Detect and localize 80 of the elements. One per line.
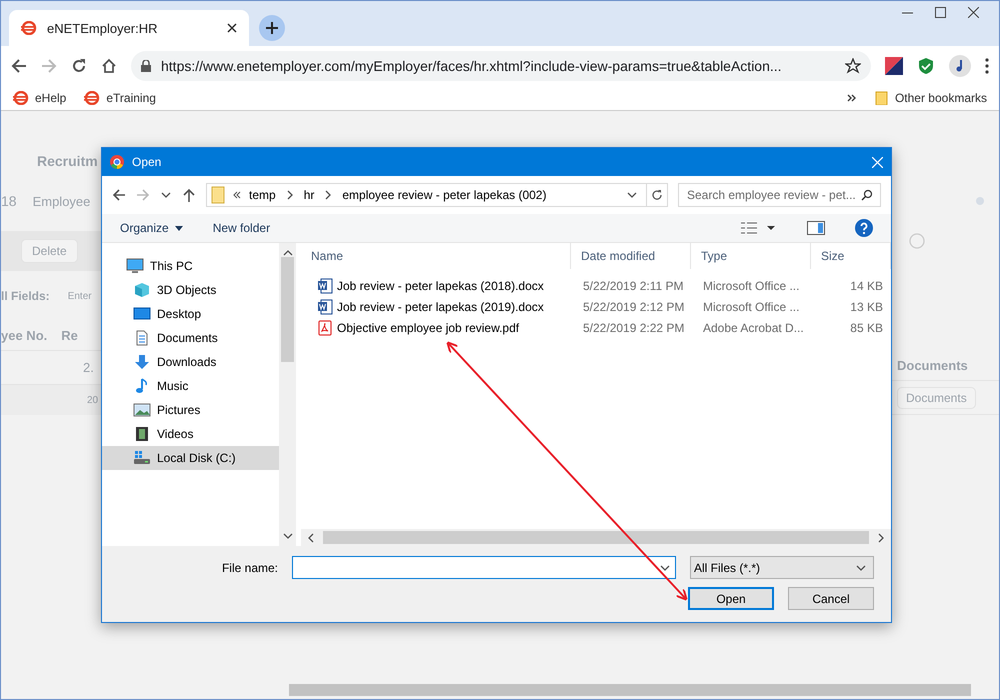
pdf-icon: [317, 320, 333, 336]
organize-button[interactable]: Organize: [120, 221, 183, 235]
scrollbar[interactable]: [301, 529, 891, 546]
close-icon[interactable]: [227, 23, 237, 33]
address-path[interactable]: temp hr employee review - peter lapekas (002): [206, 183, 668, 207]
picture-icon: [133, 402, 151, 418]
file-name-label: File name:: [222, 560, 278, 574]
scrollbar[interactable]: [279, 243, 296, 546]
new-tab-button[interactable]: [259, 14, 285, 40]
desktop-icon: [133, 306, 151, 322]
logo-icon: [84, 91, 100, 105]
app-icon: [110, 155, 124, 169]
other-bookmarks[interactable]: Other bookmarks: [874, 91, 987, 105]
search-field[interactable]: Search employee review - pet...: [678, 183, 881, 207]
logo-icon: [21, 21, 37, 35]
back-icon[interactable]: [112, 188, 126, 202]
fields-label: ll Fields:: [1, 289, 50, 303]
file-row[interactable]: Job review - peter lapekas (2019).docx 5/22/2019 2:12 PM Microsoft Office ... 13 KB: [301, 296, 891, 317]
navigation-item[interactable]: 3D Objects: [102, 278, 279, 302]
word-document-icon: [317, 298, 333, 314]
home-icon[interactable]: [101, 58, 117, 74]
url-text: https://www.enetemployer.com/myEmployer/faces/hr.xhtml?include-view-params=true&tableAction...: [161, 58, 782, 74]
new-folder-button[interactable]: New folder: [212, 221, 270, 235]
film-icon: [133, 426, 151, 442]
navigation-item[interactable]: Music: [102, 374, 279, 398]
more-bookmarks-icon[interactable]: [846, 93, 857, 103]
column-header[interactable]: Name: [301, 243, 571, 269]
back-icon[interactable]: [11, 58, 27, 74]
help-icon[interactable]: [855, 219, 873, 237]
bookmark[interactable]: eHelp: [13, 91, 66, 105]
preview-pane-icon[interactable]: [807, 221, 825, 235]
lock-icon: [141, 60, 151, 72]
column-header[interactable]: Type: [691, 243, 811, 269]
file-type-dropdown[interactable]: All Files (*.*): [690, 556, 874, 579]
folder-icon: [211, 186, 225, 204]
navigation-item[interactable]: Local Disk (C:): [102, 446, 279, 470]
caret-icon: [174, 226, 183, 230]
maximize-icon[interactable]: [935, 7, 946, 18]
overflow-icon[interactable]: [233, 191, 241, 199]
path-segment[interactable]: employee review - peter lapekas (002): [342, 188, 546, 202]
navigation-item[interactable]: Videos: [102, 422, 279, 446]
file-row[interactable]: Objective employee job review.pdf 5/22/2019 2:22 PM Adobe Acrobat D... 85 KB: [301, 317, 891, 338]
computer-icon: [126, 258, 144, 274]
scrollbar[interactable]: [289, 684, 971, 696]
shield-icon[interactable]: [917, 57, 935, 75]
file-row[interactable]: Job review - peter lapekas (2018).docx 5/22/2019 2:11 PM Microsoft Office ... 14 KB: [301, 275, 891, 296]
tab-title: eNETEmployer:HR: [47, 20, 158, 36]
path-segment[interactable]: hr: [304, 188, 314, 202]
reload-icon[interactable]: [71, 58, 87, 74]
column-header[interactable]: Date modified: [571, 243, 691, 269]
cube-icon: [133, 282, 151, 298]
menu-icon[interactable]: [985, 58, 989, 74]
search-icon: [861, 189, 873, 201]
up-arrow-icon[interactable]: [182, 188, 196, 202]
column-header[interactable]: Size: [811, 243, 891, 269]
drive-icon: [133, 450, 151, 466]
table-cell: 2.: [83, 360, 94, 375]
navigation-item[interactable]: Documents: [102, 326, 279, 350]
folder-icon: [874, 91, 889, 105]
navigation-item[interactable]: Pictures: [102, 398, 279, 422]
navigation-item[interactable]: Desktop: [102, 302, 279, 326]
file-name-field[interactable]: [292, 556, 676, 579]
logo-icon: [13, 91, 29, 105]
word-document-icon: [317, 278, 333, 294]
download-arrow-icon: [133, 354, 151, 370]
dialog-title: Open: [132, 155, 162, 169]
bookmark[interactable]: eTraining: [84, 91, 156, 105]
address-bar[interactable]: https://www.enetemployer.com/myEmployer/faces/hr.xhtml?include-view-params=true&tableAction...: [131, 51, 871, 81]
close-icon[interactable]: [968, 7, 979, 18]
view-options-icon[interactable]: [741, 222, 777, 234]
music-note-icon[interactable]: [949, 55, 971, 77]
navigation-item[interactable]: This PC: [102, 254, 279, 278]
flag-icon[interactable]: [885, 57, 903, 75]
browser-tab[interactable]: eNETEmployer:HR: [9, 10, 249, 46]
open-button[interactable]: Open: [688, 587, 774, 610]
cancel-button[interactable]: Cancel: [788, 587, 874, 610]
star-icon[interactable]: [845, 58, 861, 74]
navigation-item[interactable]: Downloads: [102, 350, 279, 374]
plus-icon: [265, 20, 279, 34]
path-segment[interactable]: temp: [249, 188, 276, 202]
